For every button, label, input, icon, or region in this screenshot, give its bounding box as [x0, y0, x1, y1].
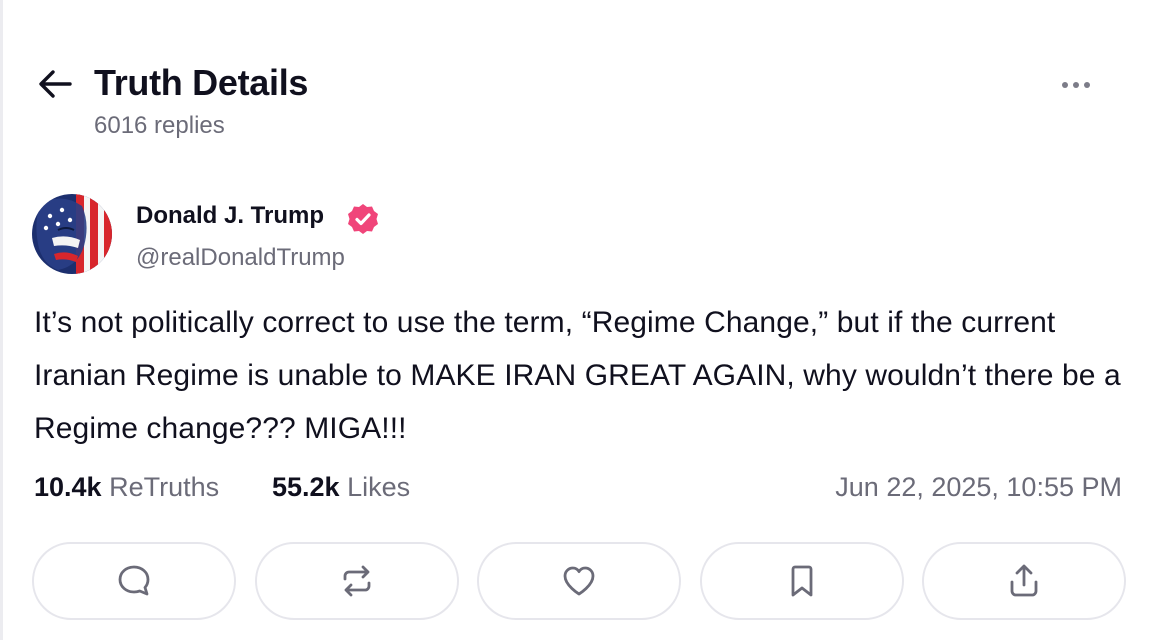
bookmark-icon	[791, 565, 812, 597]
post-timestamp: Jun 22, 2025, 10:55 PM	[835, 472, 1122, 502]
comment-icon	[118, 565, 150, 596]
avatar-image	[32, 194, 112, 274]
like-button[interactable]	[477, 542, 681, 620]
heart-icon	[563, 566, 595, 596]
likes-count: 55.2k	[272, 472, 340, 502]
post-body: It’s not politically correct to use the …	[34, 306, 1121, 445]
verified-badge-icon	[348, 204, 378, 234]
author-handle[interactable]: @realDonaldTrump	[136, 244, 345, 272]
reply-button[interactable]	[32, 542, 236, 620]
arrow-left-icon	[39, 70, 72, 98]
retruths-stat[interactable]: 10.4k ReTruths	[34, 472, 219, 503]
retruths-count: 10.4k	[34, 472, 102, 502]
likes-label: Likes	[347, 472, 411, 502]
repost-icon	[343, 565, 370, 597]
author-name[interactable]: Donald J. Trump	[136, 202, 324, 230]
reply-count: 6016 replies	[94, 112, 225, 139]
back-button[interactable]	[36, 64, 76, 104]
share-icon	[1010, 564, 1038, 597]
avatar[interactable]	[32, 194, 112, 274]
more-options-button[interactable]	[1054, 70, 1098, 100]
ellipsis-icon	[1062, 82, 1068, 88]
retruth-button[interactable]	[254, 542, 459, 620]
post-stats: 10.4k ReTruths 55.2k Likes Jun 22, 2025,…	[34, 472, 1122, 512]
action-bar	[32, 542, 1126, 620]
bookmark-button[interactable]	[699, 542, 904, 620]
page-title: Truth Details	[94, 62, 309, 103]
panel-border	[0, 0, 3, 640]
page-header: Truth Details 6016 replies	[36, 56, 1116, 146]
share-button[interactable]	[922, 542, 1126, 620]
retruths-label: ReTruths	[109, 472, 220, 502]
likes-stat[interactable]: 55.2k Likes	[272, 472, 410, 503]
post-author: Donald J. Trump @realDonaldTrump	[32, 194, 1120, 278]
